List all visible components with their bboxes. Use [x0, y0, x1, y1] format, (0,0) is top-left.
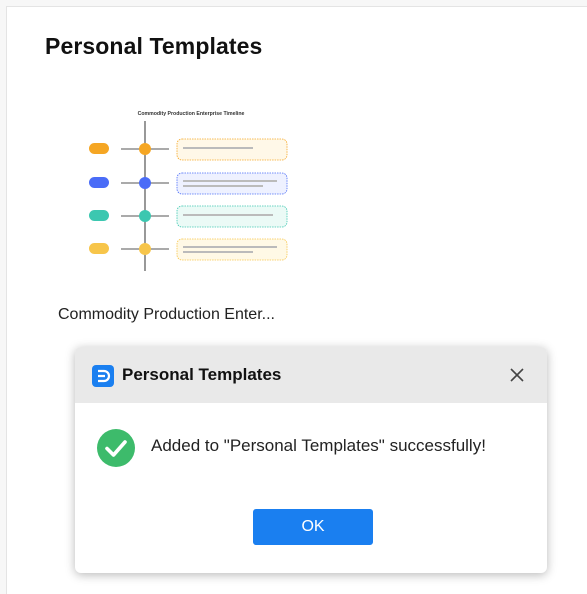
panel-title: Personal Templates: [45, 33, 263, 59]
ok-button[interactable]: OK: [253, 509, 373, 545]
confirmation-dialog: Personal Templates Added to "Personal Te…: [75, 347, 547, 573]
dialog-header: Personal Templates: [75, 347, 547, 403]
timeline-row: [89, 238, 288, 261]
success-check-icon: [97, 429, 135, 467]
dialog-message: Added to "Personal Templates" successful…: [151, 436, 486, 455]
close-icon[interactable]: [505, 363, 529, 387]
template-thumbnail[interactable]: Commodity Production Enterprise Timeline: [79, 103, 297, 283]
timeline-row: [89, 172, 288, 195]
dialog-title: Personal Templates: [122, 365, 282, 384]
timeline-row: [89, 138, 288, 161]
thumbnail-title: Commodity Production Enterprise Timeline: [138, 111, 245, 117]
timeline-row: [89, 205, 288, 228]
template-name[interactable]: Commodity Production Enter...: [58, 306, 275, 324]
edraw-logo-icon: [92, 365, 114, 387]
